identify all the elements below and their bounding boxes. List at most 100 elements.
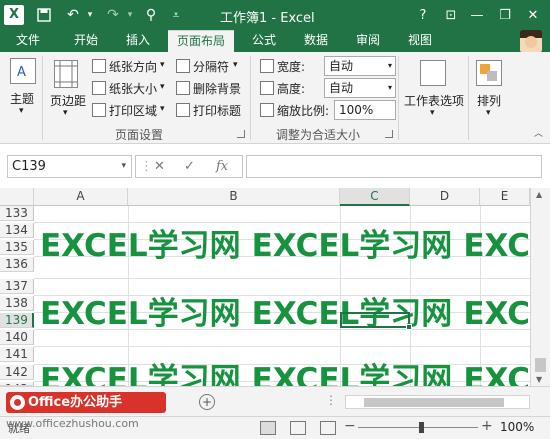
- wordart-text-line[interactable]: EXCEL学习网EXCEL学习网EXCE: [40, 288, 530, 333]
- row-header[interactable]: 136: [0, 257, 34, 272]
- print-area-dropdown-icon[interactable]: ▾: [160, 104, 165, 114]
- customize-qat-icon[interactable]: ⩡: [168, 0, 184, 30]
- horizontal-scrollbar[interactable]: [345, 395, 530, 409]
- restore-button[interactable]: ❐: [490, 0, 520, 30]
- paper-size-button[interactable]: 纸张大小: [109, 80, 157, 97]
- tab-view[interactable]: 视图: [398, 30, 442, 52]
- arrange-dropdown-icon[interactable]: ▾: [486, 108, 491, 118]
- name-box[interactable]: C139 ▾: [7, 155, 132, 178]
- selected-cell-c139[interactable]: [340, 312, 412, 330]
- print-titles-icon[interactable]: [176, 103, 190, 117]
- column-header-b[interactable]: B: [128, 188, 340, 206]
- margins-dropdown-icon[interactable]: ▾: [63, 108, 68, 118]
- arrange-button[interactable]: 排列: [477, 92, 501, 109]
- row-header[interactable]: 137: [0, 279, 34, 294]
- orientation-button[interactable]: 纸张方向: [109, 58, 157, 75]
- save-icon[interactable]: [32, 0, 56, 30]
- print-preview-icon[interactable]: ⚲: [140, 0, 162, 30]
- row-header[interactable]: 142: [0, 365, 34, 380]
- scale-spinner[interactable]: 100%: [334, 100, 396, 120]
- page-setup-launcher-icon[interactable]: [237, 130, 245, 138]
- insert-function-icon[interactable]: fx: [216, 159, 228, 174]
- wordart-text-line[interactable]: EXCEL学习网EXCEL学习网EXCE: [40, 220, 530, 265]
- scroll-up-icon[interactable]: ▲: [536, 190, 542, 199]
- sheet-options-dropdown-icon[interactable]: ▾: [430, 108, 435, 118]
- print-area-icon[interactable]: [92, 103, 106, 117]
- background-icon[interactable]: [176, 81, 190, 95]
- arrange-icon[interactable]: [476, 60, 502, 86]
- horizontal-scroll-thumb[interactable]: [364, 398, 504, 407]
- row-header[interactable]: 135: [0, 240, 34, 255]
- breaks-button[interactable]: 分隔符: [193, 58, 229, 75]
- name-box-dropdown-icon[interactable]: ▾: [121, 156, 126, 177]
- redo-icon[interactable]: ↷: [102, 0, 124, 30]
- enter-icon[interactable]: ✓: [184, 159, 195, 174]
- width-dropdown-icon[interactable]: ▾: [388, 57, 392, 75]
- column-header-a[interactable]: A: [34, 188, 128, 206]
- sheet-options-icon[interactable]: [420, 60, 446, 86]
- user-avatar[interactable]: [520, 30, 542, 52]
- orientation-icon[interactable]: [92, 59, 106, 73]
- row-header[interactable]: 141: [0, 347, 34, 362]
- row-header[interactable]: 138: [0, 296, 34, 311]
- width-select[interactable]: 自动 ▾: [324, 56, 396, 76]
- select-all-corner[interactable]: [0, 188, 34, 206]
- wordart-text-line[interactable]: EXCEL学习网EXCEL学习网EXCE: [40, 354, 530, 386]
- breaks-icon[interactable]: [176, 59, 190, 73]
- height-dropdown-icon[interactable]: ▾: [388, 79, 392, 97]
- row-header[interactable]: 134: [0, 223, 34, 238]
- paper-size-icon[interactable]: [92, 81, 106, 95]
- tab-review[interactable]: 审阅: [346, 30, 390, 52]
- scroll-thumb[interactable]: [535, 358, 546, 372]
- margins-button-label[interactable]: 页边距: [50, 92, 86, 109]
- zoom-slider-thumb[interactable]: [419, 422, 424, 433]
- delete-background-button[interactable]: 删除背景: [193, 80, 241, 97]
- row-header-selected[interactable]: 139: [0, 313, 34, 328]
- worksheet-grid[interactable]: EXCEL学习网EXCEL学习网EXCE EXCEL学习网EXCEL学习网EXC…: [34, 206, 530, 386]
- scale-to-fit-launcher-icon[interactable]: [385, 130, 393, 138]
- tab-data[interactable]: 数据: [294, 30, 338, 52]
- normal-view-icon[interactable]: [260, 421, 276, 435]
- theme-icon[interactable]: A: [10, 58, 36, 84]
- page-layout-view-icon[interactable]: [290, 421, 306, 435]
- margins-icon[interactable]: [54, 60, 78, 88]
- tab-insert[interactable]: 插入: [114, 30, 162, 52]
- height-select[interactable]: 自动 ▾: [324, 78, 396, 98]
- zoom-level[interactable]: 100%: [500, 420, 534, 434]
- excel-app-icon[interactable]: X: [4, 5, 24, 25]
- zoom-out-button[interactable]: −: [344, 418, 356, 434]
- cancel-icon[interactable]: ✕: [154, 159, 165, 174]
- tab-file[interactable]: 文件: [0, 30, 56, 52]
- column-header-c[interactable]: C: [340, 188, 410, 206]
- row-header[interactable]: 133: [0, 206, 34, 221]
- tab-page-layout[interactable]: 页面布局: [168, 30, 234, 52]
- column-header-d[interactable]: D: [410, 188, 480, 206]
- minimize-button[interactable]: —: [462, 0, 492, 30]
- page-break-preview-icon[interactable]: [320, 421, 336, 435]
- sheet-options-button[interactable]: 工作表选项: [404, 92, 464, 109]
- theme-dropdown-icon[interactable]: ▾: [19, 106, 24, 116]
- tab-home[interactable]: 开始: [62, 30, 110, 52]
- tab-formulas[interactable]: 公式: [242, 30, 286, 52]
- undo-icon[interactable]: ↶: [62, 0, 84, 30]
- sheet-bar-splitter-icon[interactable]: ⋮: [325, 393, 337, 407]
- print-titles-button[interactable]: 打印标题: [193, 102, 241, 119]
- theme-button-label[interactable]: 主题: [10, 90, 34, 107]
- zoom-slider[interactable]: [358, 427, 478, 428]
- orientation-dropdown-icon[interactable]: ▾: [160, 60, 165, 70]
- scroll-down-icon[interactable]: ▼: [536, 375, 542, 384]
- vertical-scrollbar[interactable]: ▲ ▼: [530, 188, 550, 386]
- add-sheet-icon[interactable]: +: [199, 394, 215, 410]
- column-header-e[interactable]: E: [480, 188, 530, 206]
- formula-input[interactable]: [246, 155, 542, 178]
- row-header[interactable]: 140: [0, 330, 34, 345]
- collapse-ribbon-icon[interactable]: ︿: [534, 126, 543, 139]
- close-button[interactable]: ✕: [518, 0, 548, 30]
- print-area-button[interactable]: 打印区域: [109, 102, 157, 119]
- breaks-dropdown-icon[interactable]: ▾: [233, 60, 238, 70]
- help-button[interactable]: ?: [408, 0, 438, 30]
- undo-dropdown-icon[interactable]: ▾: [84, 0, 96, 30]
- paper-size-dropdown-icon[interactable]: ▾: [160, 82, 165, 92]
- fill-handle[interactable]: [406, 324, 412, 330]
- redo-dropdown-icon[interactable]: ▾: [124, 0, 136, 30]
